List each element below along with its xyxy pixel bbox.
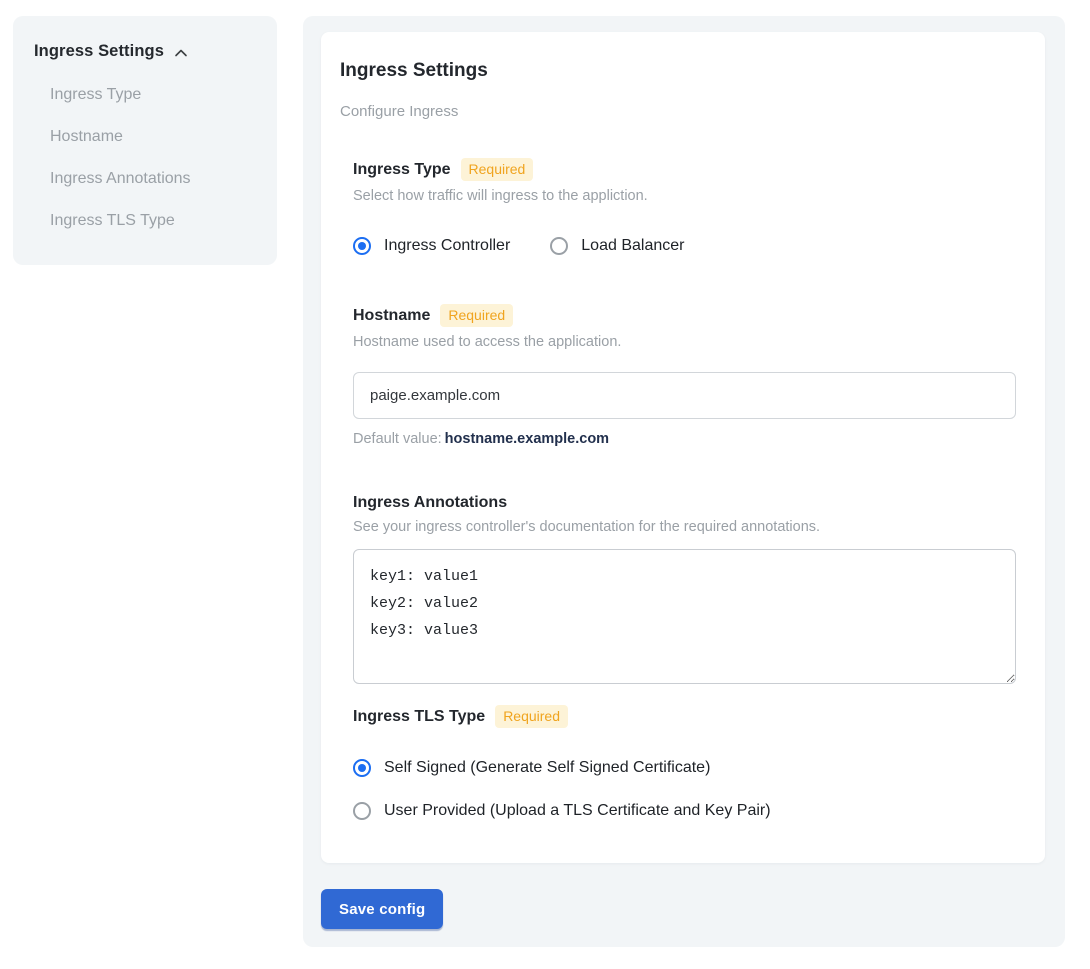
annotations-label: Ingress Annotations — [353, 494, 507, 512]
sidebar-item-ingress-type[interactable]: Ingress Type — [50, 86, 257, 103]
tls-type-label: Ingress TLS Type — [353, 708, 485, 726]
page-title: Ingress Settings — [340, 60, 1015, 82]
radio-user-provided-label: User Provided (Upload a TLS Certificate … — [384, 802, 771, 820]
ingress-type-section: Ingress Type Required Select how traffic… — [353, 158, 1015, 255]
ingress-settings-card: Ingress Settings Configure Ingress Ingre… — [321, 32, 1045, 863]
ingress-type-radio-group: Ingress Controller Load Balancer — [353, 237, 1015, 255]
ingress-type-help: Select how traffic will ingress to the a… — [353, 188, 1015, 204]
chevron-up-icon[interactable] — [173, 45, 189, 61]
radio-self-signed-label: Self Signed (Generate Self Signed Certif… — [384, 759, 710, 777]
annotations-textarea[interactable]: key1: value1 key2: value2 key3: value3 — [353, 549, 1016, 684]
radio-load-balancer[interactable]: Load Balancer — [550, 237, 684, 255]
tls-type-section: Ingress TLS Type Required Self Signed (G… — [353, 705, 1015, 820]
hostname-default-line: Default value:hostname.example.com — [353, 431, 1015, 447]
radio-circle-icon[interactable] — [353, 237, 371, 255]
hostname-label: Hostname — [353, 307, 430, 325]
radio-circle-icon[interactable] — [550, 237, 568, 255]
default-value-text: hostname.example.com — [445, 431, 609, 447]
sidebar-item-hostname[interactable]: Hostname — [50, 128, 257, 145]
ingress-type-label: Ingress Type — [353, 161, 451, 179]
required-badge: Required — [495, 705, 568, 728]
sidebar-item-ingress-tls-type[interactable]: Ingress TLS Type — [50, 212, 257, 229]
sidebar-item-ingress-annotations[interactable]: Ingress Annotations — [50, 170, 257, 187]
annotations-help: See your ingress controller's documentat… — [353, 519, 1015, 535]
sidebar-section-toggle[interactable]: Ingress Settings — [34, 42, 257, 61]
hostname-section: Hostname Required Hostname used to acces… — [353, 304, 1015, 447]
page-subtitle: Configure Ingress — [340, 103, 1015, 120]
sidebar-item-list: Ingress Type Hostname Ingress Annotation… — [50, 86, 257, 229]
radio-user-provided[interactable]: User Provided (Upload a TLS Certificate … — [353, 802, 1015, 820]
radio-self-signed[interactable]: Self Signed (Generate Self Signed Certif… — [353, 759, 1015, 777]
settings-sidebar: Ingress Settings Ingress Type Hostname I… — [13, 16, 277, 265]
save-config-button[interactable]: Save config — [321, 889, 443, 929]
required-badge: Required — [440, 304, 513, 327]
radio-circle-icon[interactable] — [353, 802, 371, 820]
sidebar-section-title: Ingress Settings — [34, 42, 164, 61]
hostname-input[interactable] — [353, 372, 1016, 419]
required-badge: Required — [461, 158, 534, 181]
radio-load-balancer-label: Load Balancer — [581, 237, 684, 255]
tls-type-radio-group: Self Signed (Generate Self Signed Certif… — [353, 759, 1015, 820]
radio-ingress-controller-label: Ingress Controller — [384, 237, 510, 255]
default-value-prefix: Default value: — [353, 431, 442, 447]
hostname-help: Hostname used to access the application. — [353, 334, 1015, 350]
settings-panel: Ingress Settings Configure Ingress Ingre… — [303, 16, 1065, 947]
annotations-section: Ingress Annotations See your ingress con… — [353, 494, 1015, 684]
radio-circle-icon[interactable] — [353, 759, 371, 777]
radio-ingress-controller[interactable]: Ingress Controller — [353, 237, 510, 255]
form-sections: Ingress Type Required Select how traffic… — [353, 158, 1015, 820]
